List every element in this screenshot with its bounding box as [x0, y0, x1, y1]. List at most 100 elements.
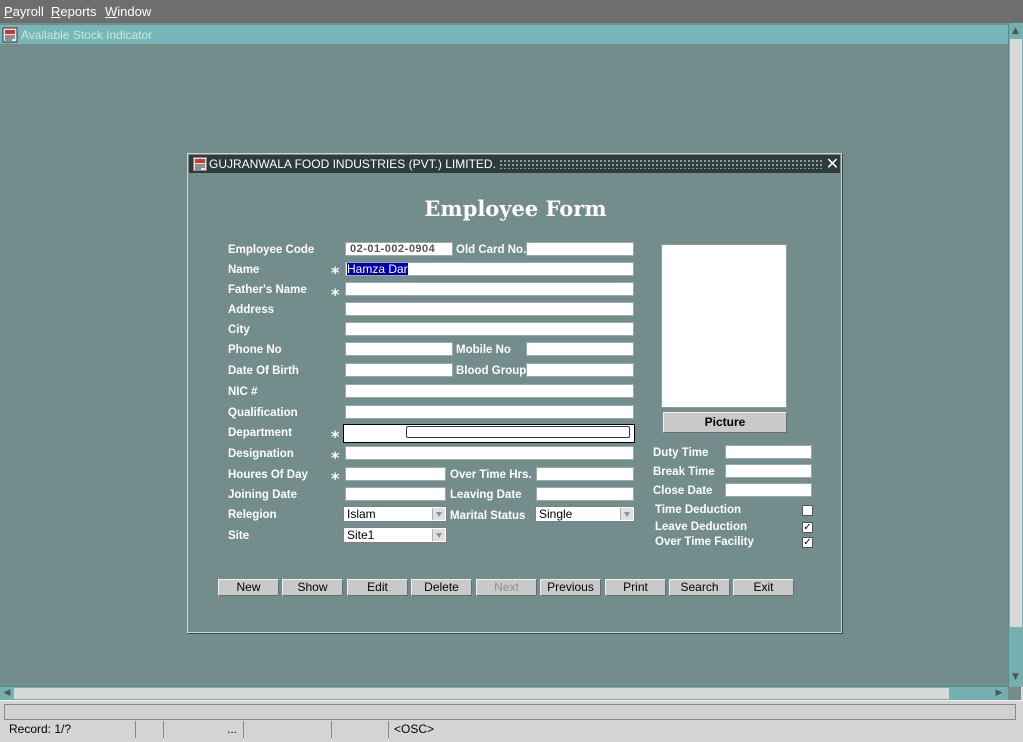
record-indicator: Record: 1/? — [9, 722, 72, 736]
menu-payroll-label: ayroll — [12, 4, 44, 19]
employee-picture — [661, 244, 787, 408]
label-date-of-birth: Date Of Birth — [228, 365, 299, 377]
close-date-field[interactable] — [725, 483, 812, 497]
required-marker: * — [331, 469, 340, 488]
label-joining-date: Joining Date — [228, 489, 298, 501]
joining-date-field[interactable] — [345, 487, 446, 501]
label-marital-status: Marital Status — [450, 510, 526, 522]
window-title: GUJRANWALA FOOD INDUSTRIES (PVT.) LIMITE… — [209, 157, 496, 171]
scroll-left-icon[interactable]: ◀ — [0, 687, 14, 700]
scroll-right-icon[interactable]: ▶ — [992, 687, 1006, 700]
label-close-date: Close Date — [653, 485, 713, 497]
phone-no-field[interactable] — [345, 342, 453, 356]
label-over-time-facility: Over Time Facility — [655, 536, 754, 548]
marital-status-select[interactable]: Single — [535, 506, 635, 522]
menu-reports-label: eports — [60, 4, 97, 19]
label-address: Address — [228, 304, 275, 316]
label-break-time: Break Time — [653, 466, 715, 478]
site-select[interactable]: Site1 — [343, 527, 447, 543]
required-marker: * — [331, 448, 340, 467]
next-button[interactable]: Next — [476, 579, 537, 596]
time-deduction-checkbox[interactable] — [802, 505, 813, 516]
status-cell — [331, 721, 388, 738]
message-line — [4, 704, 1016, 720]
vertical-scrollbar[interactable]: ▲ ▼ — [1008, 23, 1023, 687]
leave-deduction-checkbox[interactable]: ✓ — [802, 522, 813, 533]
label-department: Department — [228, 427, 292, 439]
break-time-field[interactable] — [725, 464, 812, 478]
scroll-down-icon[interactable]: ▼ — [1009, 670, 1022, 684]
designation-field[interactable] — [345, 446, 634, 460]
app-icon — [2, 27, 18, 43]
close-icon[interactable]: ✕ — [825, 155, 840, 173]
menu-payroll[interactable]: Payroll — [4, 4, 44, 19]
osc-indicator: <OSC> — [388, 721, 588, 738]
search-button[interactable]: Search — [669, 579, 730, 596]
label-leaving-date: Leaving Date — [450, 489, 522, 501]
nic-field[interactable] — [345, 384, 634, 398]
label-fathers-name: Father's Name — [228, 284, 307, 296]
form-title: Employee Form — [424, 196, 607, 221]
label-nic: NIC # — [228, 386, 258, 398]
over-time-hrs-field[interactable] — [536, 467, 634, 481]
leaving-date-field[interactable] — [536, 487, 634, 501]
delete-button[interactable]: Delete — [411, 579, 472, 596]
scroll-up-icon[interactable]: ▲ — [1009, 24, 1022, 38]
address-field[interactable] — [345, 302, 634, 316]
menu-reports[interactable]: Reports — [51, 4, 97, 19]
label-designation: Designation — [228, 448, 294, 460]
edit-button[interactable]: Edit — [347, 579, 408, 596]
mobile-no-field[interactable] — [526, 342, 634, 356]
label-duty-time: Duty Time — [653, 447, 709, 459]
houres-of-day-field[interactable] — [345, 467, 446, 481]
name-field[interactable]: Hamza Dar — [345, 262, 634, 276]
label-phone-no: Phone No — [228, 344, 282, 356]
blood-group-field[interactable] — [526, 363, 634, 377]
city-field[interactable] — [345, 322, 634, 336]
vertical-scroll-thumb[interactable] — [1010, 39, 1022, 627]
window-icon — [193, 157, 207, 171]
chevron-down-icon[interactable] — [432, 508, 445, 520]
new-button[interactable]: New — [218, 579, 279, 596]
required-marker: * — [331, 427, 340, 446]
marital-status-value: Single — [539, 507, 573, 521]
chevron-down-icon[interactable] — [620, 508, 633, 520]
over-time-facility-checkbox[interactable]: ✓ — [802, 537, 813, 548]
relegion-value: Islam — [347, 507, 376, 521]
status-cell-ellipsis: ... — [163, 721, 243, 738]
employee-code-field[interactable]: 02-01-002-0904 — [345, 242, 453, 256]
chevron-down-icon[interactable] — [432, 529, 445, 541]
department-field[interactable] — [343, 424, 635, 443]
status-bar: Record: 1/? ... <OSC> — [0, 700, 1023, 742]
department-lookup-box[interactable] — [406, 426, 630, 438]
fathers-name-field[interactable] — [345, 282, 634, 296]
duty-time-field[interactable] — [725, 445, 812, 459]
horizontal-scrollbar[interactable]: ◀ ▶ — [0, 686, 1008, 700]
status-cell — [243, 721, 331, 738]
qualification-field[interactable] — [345, 405, 634, 419]
date-of-birth-field[interactable] — [345, 363, 453, 377]
label-qualification: Qualification — [228, 407, 298, 419]
required-marker: * — [331, 285, 340, 304]
old-card-no-field[interactable] — [526, 242, 634, 256]
exit-button[interactable]: Exit — [733, 579, 794, 596]
site-value: Site1 — [347, 528, 375, 542]
relegion-select[interactable]: Islam — [343, 506, 447, 522]
menu-window[interactable]: Window — [105, 4, 151, 19]
window-titlebar[interactable]: GUJRANWALA FOOD INDUSTRIES (PVT.) LIMITE… — [189, 155, 840, 173]
menu-window-mnemonic: W — [105, 4, 118, 19]
label-name: Name — [228, 264, 260, 276]
label-leave-deduction: Leave Deduction — [655, 521, 748, 533]
picture-button[interactable]: Picture — [663, 412, 787, 433]
horizontal-scroll-thumb[interactable] — [14, 688, 949, 699]
menu-payroll-mnemonic: P — [4, 4, 13, 19]
mdi-titlebar: Available Stock Indicator — [0, 25, 1008, 44]
menu-bar: Payroll Reports Window — [0, 0, 1023, 23]
label-city: City — [228, 324, 250, 336]
print-button[interactable]: Print — [605, 579, 666, 596]
mdi-title: Available Stock Indicator — [21, 28, 153, 42]
menu-reports-mnemonic: R — [51, 4, 61, 19]
previous-button[interactable]: Previous — [540, 579, 601, 596]
status-row: Record: 1/? ... <OSC> — [4, 721, 1016, 738]
show-button[interactable]: Show — [282, 579, 343, 596]
